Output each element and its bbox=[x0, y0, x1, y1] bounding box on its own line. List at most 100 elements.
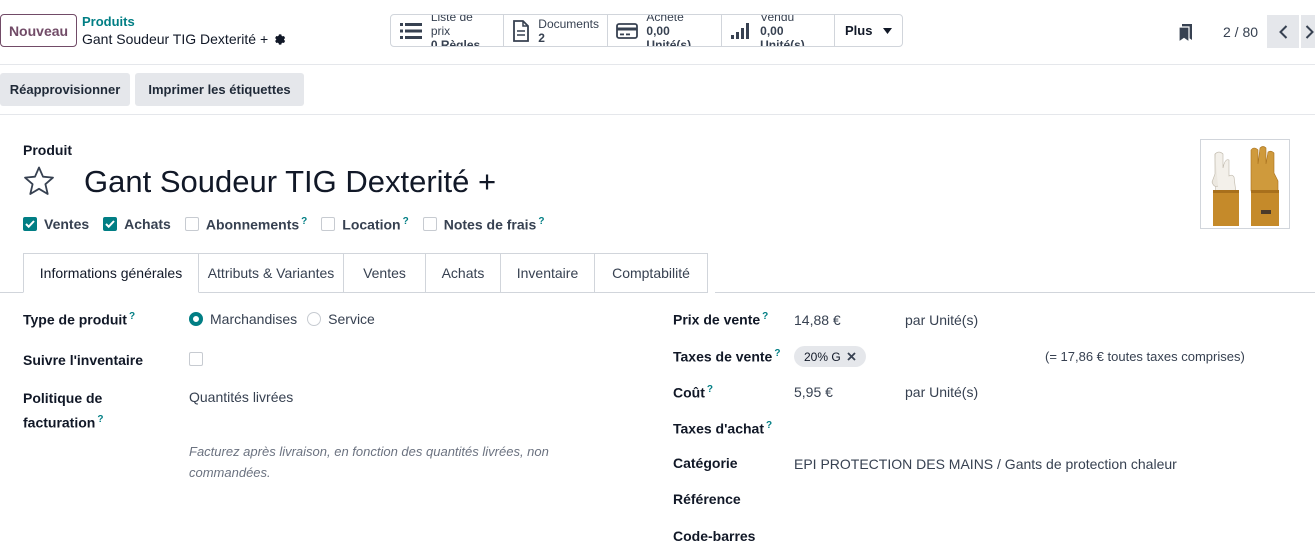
radio-goods[interactable] bbox=[189, 312, 203, 326]
checkbox-expenses[interactable]: Notes de frais? bbox=[422, 216, 545, 233]
stat-value: 0 Règles bbox=[430, 37, 481, 47]
tab-attributes-variants[interactable]: Attributs & Variantes bbox=[199, 253, 344, 293]
more-label: Plus bbox=[845, 23, 873, 38]
checkbox-checked[interactable] bbox=[23, 217, 37, 232]
help-tooltip-icon[interactable]: ? bbox=[538, 216, 544, 227]
pager-previous-button[interactable] bbox=[1267, 15, 1299, 48]
radio-service-label[interactable]: Service bbox=[328, 311, 375, 327]
new-button[interactable]: Nouveau bbox=[0, 14, 77, 47]
stat-label: Acheté bbox=[646, 14, 684, 24]
bookmark-icon[interactable] bbox=[1178, 24, 1194, 42]
sale-price-label: Prix de vente? bbox=[673, 311, 769, 328]
checkbox-unchecked[interactable] bbox=[184, 217, 199, 232]
help-tooltip-icon[interactable]: ? bbox=[301, 216, 307, 227]
star-icon[interactable] bbox=[23, 165, 55, 197]
tab-accounting[interactable]: Comptabilité bbox=[595, 253, 708, 293]
breadcrumb-current-label: Gant Soudeur TIG Dexterité + bbox=[82, 31, 269, 47]
checkbox-unchecked[interactable] bbox=[422, 217, 437, 232]
category-field[interactable]: EPI PROTECTION DES MAINS / Gants de prot… bbox=[794, 456, 1177, 472]
checkbox-label: Ventes bbox=[44, 216, 90, 233]
product-type-label: Type de produit? bbox=[23, 311, 136, 328]
help-tooltip-icon[interactable]: ? bbox=[97, 414, 103, 425]
document-icon bbox=[512, 19, 530, 42]
checkbox-label: Location? bbox=[342, 216, 409, 233]
cost-label: Coût? bbox=[673, 384, 713, 401]
credit-card-icon bbox=[616, 20, 639, 42]
help-tooltip-icon[interactable]: ? bbox=[766, 420, 772, 431]
pager-next-button[interactable] bbox=[1301, 15, 1315, 48]
radio-goods-label[interactable]: Marchandises bbox=[210, 311, 297, 327]
stat-sold-button[interactable]: Vendu 0,00 Unité(s) bbox=[722, 15, 835, 46]
checkbox-label: Achats bbox=[124, 216, 171, 233]
barcode-label: Code-barres bbox=[673, 528, 756, 544]
caret-down-icon bbox=[883, 27, 893, 34]
taxes-included-total: (= 17,86 € toutes taxes comprises) bbox=[1045, 349, 1245, 364]
check-icon bbox=[25, 220, 35, 229]
checkbox-sale-ok[interactable]: Ventes bbox=[23, 216, 89, 232]
help-tooltip-icon[interactable]: ? bbox=[129, 311, 135, 322]
checkbox-label: Notes de frais? bbox=[443, 216, 545, 233]
invoice-policy-hint: Facturez après livraison, en fonction de… bbox=[189, 444, 549, 480]
gear-icon[interactable] bbox=[274, 33, 287, 46]
stat-label: Documents bbox=[538, 16, 599, 31]
stat-value: 2 bbox=[538, 30, 545, 45]
tab-sales[interactable]: Ventes bbox=[344, 253, 426, 293]
stat-value: 0,00 Unité(s) bbox=[646, 23, 692, 47]
stat-pricelist-button[interactable]: Liste de prix 0 Règles bbox=[391, 15, 504, 46]
reference-label: Référence bbox=[673, 491, 741, 507]
purchase-taxes-label: Taxes d'achat? bbox=[673, 420, 773, 437]
list-icon bbox=[399, 20, 423, 42]
checkbox-rental[interactable]: Location? bbox=[321, 216, 409, 233]
product-type-radio-group: Marchandises Service bbox=[189, 311, 375, 327]
track-inventory-checkbox[interactable] bbox=[189, 352, 203, 366]
checkbox-label: Abonnements? bbox=[205, 216, 308, 233]
product-name-field[interactable]: Gant Soudeur TIG Dexterité + bbox=[84, 164, 496, 200]
help-tooltip-icon[interactable]: ? bbox=[762, 311, 768, 322]
track-inventory-label: Suivre l'inventaire bbox=[23, 352, 144, 368]
pager-value[interactable]: 2 / 80 bbox=[1223, 24, 1258, 40]
checkbox-purchase-ok[interactable]: Achats bbox=[103, 216, 171, 232]
chevron-right-icon bbox=[1305, 24, 1314, 39]
tax-tag-label: 20% G bbox=[804, 349, 841, 364]
sale-taxes-label: Taxes de vente? bbox=[673, 348, 781, 365]
cost-unit: par Unité(s) bbox=[905, 384, 979, 400]
stat-label: Vendu bbox=[760, 14, 795, 24]
stat-label: Liste de prix bbox=[430, 14, 473, 38]
checkbox-unchecked[interactable] bbox=[321, 217, 336, 232]
product-image[interactable] bbox=[1200, 139, 1290, 229]
tab-inventory[interactable]: Inventaire bbox=[501, 253, 595, 293]
tab-underline bbox=[715, 292, 1315, 293]
tab-underline bbox=[0, 292, 23, 293]
help-tooltip-icon[interactable]: ? bbox=[774, 348, 780, 359]
stat-value: 0,00 Unité(s) bbox=[760, 23, 805, 47]
smart-buttons: Liste de prix 0 Règles Documents 2 Acheté 0… bbox=[390, 14, 904, 47]
tab-purchase[interactable]: Achats bbox=[426, 253, 501, 293]
sale-price-unit: par Unité(s) bbox=[905, 312, 979, 328]
invoice-policy-label: Politique de facturation? bbox=[23, 390, 104, 431]
glove-image bbox=[1211, 146, 1279, 226]
close-icon[interactable] bbox=[847, 352, 856, 361]
control-panel: Nouveau Produits Gant Soudeur TIG Dexter… bbox=[0, 0, 1315, 65]
tax-tag: 20% G bbox=[794, 346, 866, 367]
help-tooltip-icon[interactable]: ? bbox=[707, 384, 713, 395]
form-tabs: Informations générales Attributs & Varia… bbox=[23, 253, 708, 293]
tab-general-information[interactable]: Informations générales bbox=[23, 253, 199, 293]
breadcrumb-current: Gant Soudeur TIG Dexterité + bbox=[82, 31, 287, 47]
help-tooltip-icon[interactable]: ? bbox=[403, 216, 409, 227]
replenish-button[interactable]: Réapprovisionner bbox=[0, 73, 130, 106]
checkbox-checked[interactable] bbox=[103, 217, 118, 232]
check-icon bbox=[105, 220, 115, 229]
more-dropdown-button[interactable]: Plus bbox=[835, 15, 902, 46]
breadcrumb-parent-link[interactable]: Produits bbox=[82, 14, 135, 29]
radio-service[interactable] bbox=[307, 312, 322, 326]
sale-price-field[interactable]: 14,88 € bbox=[794, 312, 841, 328]
print-labels-button[interactable]: Imprimer les étiquettes bbox=[135, 73, 304, 106]
checkbox-subscriptions[interactable]: Abonnements? bbox=[184, 216, 308, 233]
product-flags: Ventes Achats Abonnements? Location? Not… bbox=[23, 216, 558, 233]
cost-field[interactable]: 5,95 € bbox=[794, 384, 833, 400]
category-label: Catégorie bbox=[673, 455, 738, 471]
invoice-policy-select[interactable]: Quantités livrées bbox=[189, 389, 293, 405]
stat-purchased-button[interactable]: Acheté 0,00 Unité(s) bbox=[608, 15, 722, 46]
stat-documents-button[interactable]: Documents 2 bbox=[504, 15, 608, 46]
chevron-left-icon bbox=[1278, 24, 1287, 39]
